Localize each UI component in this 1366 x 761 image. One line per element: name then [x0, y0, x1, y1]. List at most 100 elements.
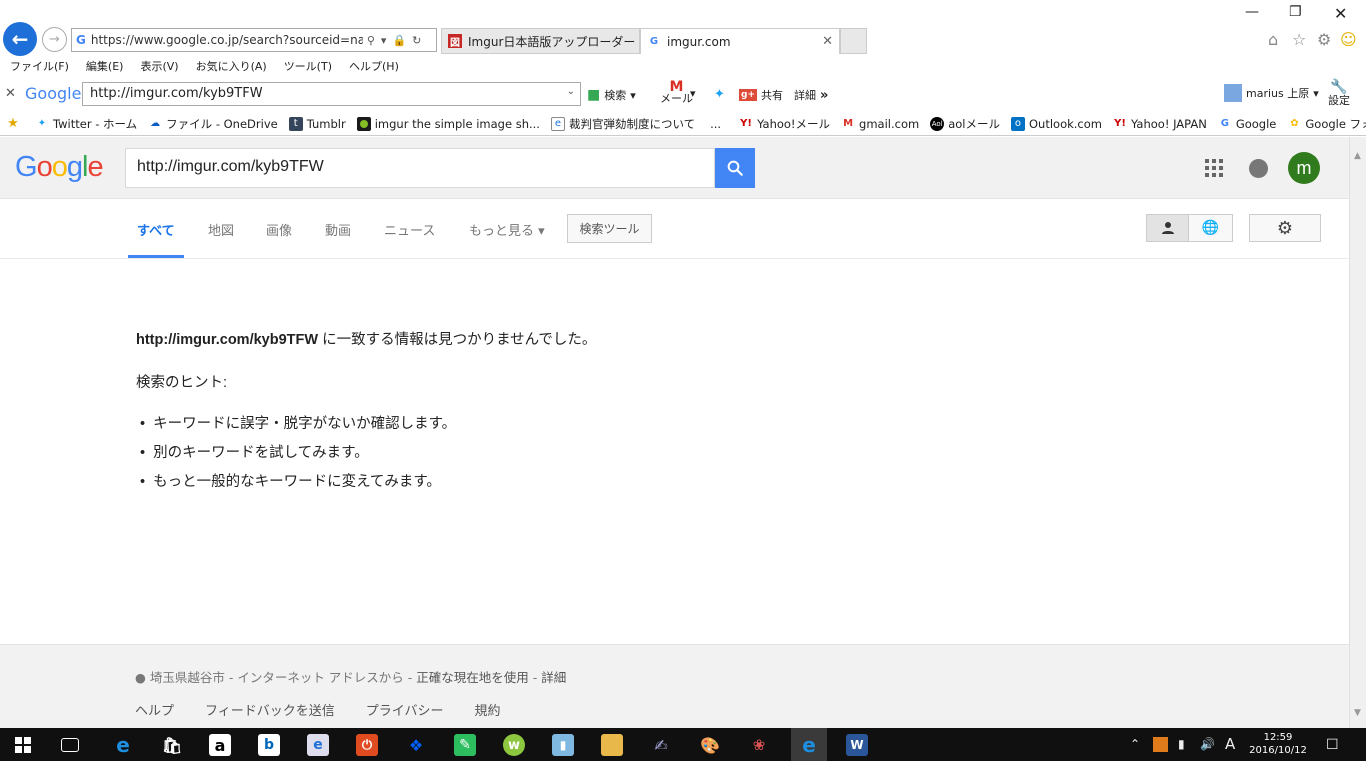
windows-start-icon[interactable]	[12, 734, 34, 756]
volume-icon[interactable]: 🔊	[1200, 737, 1215, 751]
mail-dropdown-icon[interactable]: ▾	[690, 87, 696, 100]
bookmark-yahoo-mail[interactable]: Y! Yahoo!メール	[739, 116, 830, 132]
lock-icon[interactable]: 🔒	[392, 34, 406, 47]
evernote-icon[interactable]: ✎	[454, 734, 476, 756]
tray-app-icon[interactable]	[1153, 737, 1168, 752]
google-logo[interactable]: Google	[15, 151, 104, 184]
edge-icon[interactable]: e	[112, 733, 134, 757]
bookmark-outlook[interactable]: o Outlook.com	[1010, 116, 1102, 131]
notifications-bell-icon[interactable]	[1249, 159, 1268, 178]
bookmark-google[interactable]: G Google	[1218, 117, 1277, 131]
restore-button[interactable]: ❐	[1289, 4, 1302, 20]
new-tab-button[interactable]	[840, 28, 867, 54]
toolbar-details-button[interactable]: 詳細 »	[794, 87, 828, 103]
tab-images[interactable]: 画像	[266, 220, 292, 239]
word-icon[interactable]: W	[846, 734, 868, 756]
footer-feedback-link[interactable]: フィードバックを送信	[205, 700, 335, 719]
search-input[interactable]: http://imgur.com/kyb9TFW	[125, 148, 715, 188]
show-hidden-icons[interactable]: ⌃	[1130, 737, 1140, 751]
toolbar-search-input[interactable]: http://imgur.com/kyb9TFW ⌄	[82, 82, 581, 106]
dropdown-icon[interactable]: ▾	[381, 34, 387, 47]
forward-button[interactable]: →	[42, 27, 67, 52]
tab-imgur-com[interactable]: G imgur.com ✕	[640, 28, 840, 54]
tab-news[interactable]: ニュース	[384, 220, 435, 239]
notes-app-icon[interactable]: ▮	[552, 734, 574, 756]
address-url[interactable]: https://www.google.co.jp/search?sourceid…	[91, 33, 363, 47]
pen-app-icon[interactable]: ✍	[650, 734, 672, 756]
vertical-scrollbar[interactable]: ▲ ▼	[1349, 137, 1366, 728]
tab-videos[interactable]: 動画	[325, 220, 351, 239]
menu-edit[interactable]: 編集(E)	[86, 58, 124, 74]
bookmark-gmail[interactable]: Mgmail.com	[841, 117, 919, 131]
favorites-star-icon[interactable]: ☆	[1292, 30, 1306, 49]
bookmark-imgur[interactable]: imgur the simple image sh...	[356, 116, 540, 131]
dropbox-icon[interactable]: ❖	[405, 734, 427, 756]
back-button[interactable]: ←	[3, 22, 37, 56]
amazon-icon[interactable]: a	[209, 734, 231, 756]
bookmark-impeachment[interactable]: e 裁判官弾劾制度について	[550, 116, 695, 132]
address-bar[interactable]: G https://www.google.co.jp/search?source…	[71, 28, 437, 52]
bookmark-tumblr[interactable]: t Tumblr	[288, 116, 346, 131]
settings-button[interactable]: ⚙	[1249, 214, 1321, 242]
w-app-icon[interactable]: w	[503, 734, 525, 756]
file-explorer-icon[interactable]	[601, 734, 623, 756]
twitter-icon[interactable]: ✦	[714, 87, 725, 102]
tab-imgur-uploader[interactable]: 図 Imgur日本語版アップローダー	[441, 28, 640, 54]
home-icon[interactable]: ⌂	[1268, 30, 1278, 49]
tab-more[interactable]: もっと見る ▾	[469, 220, 545, 239]
scroll-up-icon[interactable]: ▲	[1354, 151, 1361, 161]
task-view-icon[interactable]	[61, 738, 79, 752]
gear-icon[interactable]: ⚙	[1317, 30, 1331, 49]
bookmark-twitter[interactable]: ✦ Twitter - ホーム	[35, 116, 137, 132]
close-tab-icon[interactable]: ✕	[822, 34, 833, 49]
menu-view[interactable]: 表示(V)	[140, 58, 178, 74]
favorites-bar-star[interactable]: ★	[6, 116, 24, 131]
bookmark-overflow[interactable]: ...	[710, 117, 721, 131]
toolbar-share-button[interactable]: g+ 共有	[739, 87, 783, 103]
tab-maps[interactable]: 地図	[208, 220, 234, 239]
toolbar-mail-button[interactable]: M メール	[660, 80, 693, 105]
avatar[interactable]: m	[1288, 152, 1320, 184]
bookmark-aol-mail[interactable]: Aol aolメール	[930, 116, 1000, 132]
power-app-icon[interactable]: ⏻	[356, 734, 378, 756]
footer-privacy-link[interactable]: プライバシー	[366, 700, 444, 719]
use-precise-location-link[interactable]: 正確な現在地を使用	[416, 670, 529, 685]
apps-grid-icon[interactable]	[1205, 159, 1223, 177]
search-button[interactable]	[715, 148, 755, 188]
footer-terms-link[interactable]: 規約	[475, 700, 501, 719]
scroll-down-icon[interactable]: ▼	[1354, 708, 1361, 718]
close-window-button[interactable]: ✕	[1334, 4, 1347, 23]
battery-icon[interactable]: ▮	[1178, 737, 1185, 751]
store-icon[interactable]: 🛍	[161, 734, 183, 756]
refresh-icon[interactable]: ↻	[412, 34, 421, 47]
ime-indicator[interactable]: A	[1225, 735, 1235, 753]
personal-results-button[interactable]	[1146, 214, 1189, 242]
bookmark-yahoo-japan[interactable]: Y! Yahoo! JAPAN	[1113, 117, 1207, 131]
clock[interactable]: 12:59 2016/10/12	[1249, 731, 1307, 757]
ie-file-icon[interactable]: e	[307, 734, 329, 756]
search-tools-button[interactable]: 検索ツール	[567, 214, 652, 243]
game-app-icon[interactable]: ❀	[748, 734, 770, 756]
action-center-icon[interactable]: ☐	[1326, 737, 1339, 753]
minimize-button[interactable]: —	[1245, 4, 1259, 20]
menu-file[interactable]: ファイル(F)	[10, 58, 69, 74]
bookmark-onedrive[interactable]: ☁ ファイル - OneDrive	[148, 116, 278, 132]
global-results-button[interactable]: 🌐	[1189, 214, 1233, 242]
footer-help-link[interactable]: ヘルプ	[135, 700, 174, 719]
menu-tools[interactable]: ツール(T)	[284, 58, 332, 74]
chevron-down-icon[interactable]: ⌄	[567, 86, 575, 97]
bing-icon[interactable]: b	[258, 734, 280, 756]
search-icon[interactable]: ⚲	[367, 34, 375, 47]
internet-explorer-icon[interactable]: e	[791, 728, 827, 761]
bookmark-google-photos[interactable]: ✿ Google フォト	[1287, 116, 1366, 132]
paint-icon[interactable]: 🎨	[699, 734, 721, 756]
toolbar-search-button[interactable]: ■ 検索 ▾	[587, 87, 636, 103]
location-details-link[interactable]: 詳細	[541, 670, 566, 685]
tab-all[interactable]: すべて	[137, 220, 175, 239]
menu-favorites[interactable]: お気に入り(A)	[196, 58, 267, 74]
smiley-feedback-icon[interactable]: ☺	[1340, 30, 1357, 49]
toolbar-settings-button[interactable]: 🔧 設定	[1328, 80, 1350, 107]
menu-help[interactable]: ヘルプ(H)	[349, 58, 399, 74]
close-toolbar-icon[interactable]: ✕	[5, 86, 16, 101]
toolbar-user-button[interactable]: marius 上原 ▾	[1224, 84, 1319, 102]
